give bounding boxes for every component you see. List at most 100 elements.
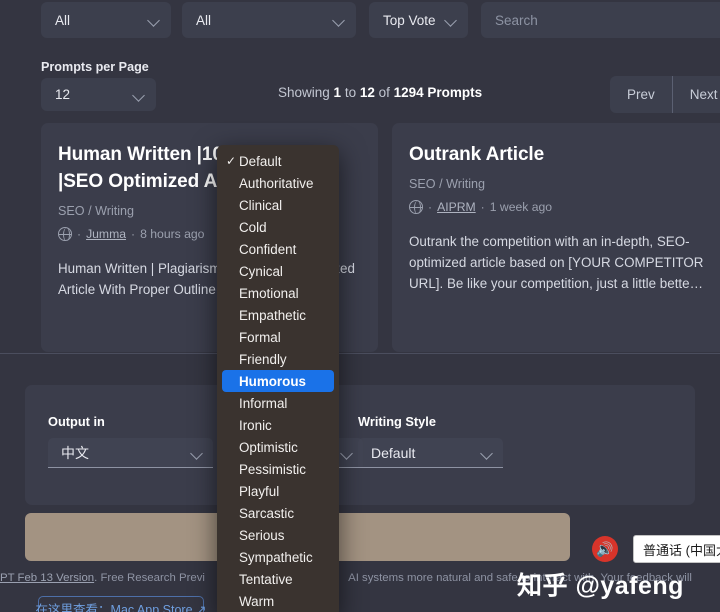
tone-menu-item-label: Tentative (239, 572, 293, 587)
chevron-down-icon (480, 446, 494, 460)
output-language-field: Output in 中文 (48, 414, 213, 468)
tone-menu-item[interactable]: Pessimistic (217, 458, 339, 480)
tone-menu-item[interactable]: Ironic (217, 414, 339, 436)
tone-menu-item[interactable]: Authoritative (217, 172, 339, 194)
search-input[interactable]: Search (481, 2, 720, 38)
showing-prefix: Showing (278, 85, 334, 100)
subcategory-select-value: All (196, 13, 326, 28)
tone-dropdown-menu: ✓Default Authoritative Clinical Cold Confide… (217, 145, 339, 612)
prompt-card-category: SEO / Writing (409, 177, 712, 191)
tone-menu-item[interactable]: Playful (217, 480, 339, 502)
next-button[interactable]: Next (673, 76, 720, 113)
tone-menu-item-label: Ironic (239, 418, 272, 433)
showing-from: 1 (334, 85, 342, 100)
tone-menu-item[interactable]: Warm (217, 590, 339, 612)
prompt-card[interactable]: Outrank Article SEO / Writing · AIPRM · … (392, 123, 720, 352)
tone-menu-item-label: Sarcastic (239, 506, 294, 521)
writing-style-label: Writing Style (358, 414, 503, 429)
tone-menu-item[interactable]: Friendly (217, 348, 339, 370)
tone-menu-item-label: Emotional (239, 286, 299, 301)
tone-menu-item[interactable]: Confident (217, 238, 339, 260)
tone-menu-item[interactable]: Clinical (217, 194, 339, 216)
tone-menu-item-label: Cynical (239, 264, 283, 279)
tone-menu-item[interactable]: Serious (217, 524, 339, 546)
chevron-down-icon (147, 13, 161, 27)
tone-menu-item[interactable]: Emotional (217, 282, 339, 304)
showing-mid: to (341, 85, 360, 100)
tone-menu-item[interactable]: Optimistic (217, 436, 339, 458)
prompt-card-author[interactable]: Jumma (86, 227, 126, 241)
tone-menu-item-label: Clinical (239, 198, 282, 213)
tone-menu-item-label: Default (239, 154, 281, 169)
tone-menu-item-label: Informal (239, 396, 287, 411)
prompt-card-time: 1 week ago (490, 200, 552, 214)
prompt-settings-panel: Output in 中文 Tone Humorous Writing Style… (25, 385, 695, 505)
output-language-value: 中文 (61, 443, 184, 463)
pagination: Prev Next (610, 76, 720, 113)
tone-menu-item-label: Warm (239, 594, 274, 609)
prompt-card-time: 8 hours ago (140, 227, 204, 241)
tone-menu-item-label: Authoritative (239, 176, 313, 191)
prompt-card-author[interactable]: AIPRM (437, 200, 476, 214)
meta-dot: · (481, 200, 485, 214)
writing-style-value: Default (371, 445, 474, 461)
tone-menu-item[interactable]: Sympathetic (217, 546, 339, 568)
watermark: 知乎 @yafeng (517, 566, 684, 602)
sort-select-value: Top Vote (383, 13, 438, 28)
prompts-per-page-value: 12 (55, 87, 126, 102)
prompt-card-description: Outrank the competition with an in-depth… (409, 231, 712, 294)
sort-select[interactable]: Top Vote (369, 2, 468, 38)
filter-row: All All Top Vote Search (0, 0, 720, 48)
tone-menu-item[interactable]: Humorous (222, 370, 334, 392)
tone-menu-item-label: Playful (239, 484, 279, 499)
meta-dot: · (131, 227, 135, 241)
category-select-value: All (55, 13, 141, 28)
tone-menu-item-label: Confident (239, 242, 296, 257)
showing-to: 12 (360, 85, 375, 100)
tone-menu-item-label: Formal (239, 330, 281, 345)
output-language-select[interactable]: 中文 (48, 438, 213, 468)
tone-menu-item-label: Friendly (239, 352, 287, 367)
version-link[interactable]: PT Feb 13 Version (0, 572, 94, 584)
app-root: All All Top Vote Search Prompts per Page… (0, 0, 720, 612)
tone-menu-item[interactable]: Formal (217, 326, 339, 348)
writing-style-field: Writing Style Default (358, 414, 503, 468)
writing-style-select[interactable]: Default (358, 438, 503, 468)
showing-summary: Showing 1 to 12 of 1294 Prompts (278, 85, 482, 100)
tone-menu-item[interactable]: ✓Default (217, 150, 339, 172)
tone-menu-item-label: Humorous (239, 374, 306, 389)
tone-menu-item[interactable]: Tentative (217, 568, 339, 590)
chevron-down-icon (190, 446, 204, 460)
mac-app-store-button[interactable]: 在这里查看：Mac App Store ↗ (38, 596, 204, 612)
prompt-browser: All All Top Vote Search Prompts per Page… (0, 0, 720, 353)
tone-menu-item-label: Optimistic (239, 440, 298, 455)
pager-row: Prompts per Page 12 Showing 1 to 12 of 1… (0, 52, 720, 114)
chevron-down-icon (340, 446, 354, 460)
tone-menu-item[interactable]: Sarcastic (217, 502, 339, 524)
tone-menu-item-label: Pessimistic (239, 462, 306, 477)
category-select[interactable]: All (41, 2, 171, 38)
chevron-down-icon (444, 13, 458, 27)
tone-menu-item-label: Serious (239, 528, 284, 543)
chevron-down-icon (332, 13, 346, 27)
search-placeholder: Search (495, 13, 538, 28)
globe-icon (58, 227, 72, 241)
tone-menu-item-label: Sympathetic (239, 550, 313, 565)
speaker-glyph: 🔊 (596, 542, 613, 556)
output-language-label: Output in (48, 414, 213, 429)
globe-icon (409, 200, 423, 214)
speaker-icon[interactable]: 🔊 (592, 536, 618, 562)
prompts-per-page-select[interactable]: 12 (41, 78, 156, 111)
meta-dot: · (428, 200, 432, 214)
tone-menu-item[interactable]: Cynical (217, 260, 339, 282)
prev-button[interactable]: Prev (610, 76, 672, 113)
prompt-card-title: Outrank Article (409, 141, 712, 168)
showing-of: of (375, 85, 394, 100)
subcategory-select[interactable]: All (182, 2, 356, 38)
tone-menu-item[interactable]: Cold (217, 216, 339, 238)
chevron-down-icon (132, 88, 146, 102)
tone-menu-item-label: Empathetic (239, 308, 306, 323)
dictation-language-pill[interactable]: 普通话 (中国大陆) (633, 535, 720, 563)
tone-menu-item[interactable]: Empathetic (217, 304, 339, 326)
tone-menu-item[interactable]: Informal (217, 392, 339, 414)
